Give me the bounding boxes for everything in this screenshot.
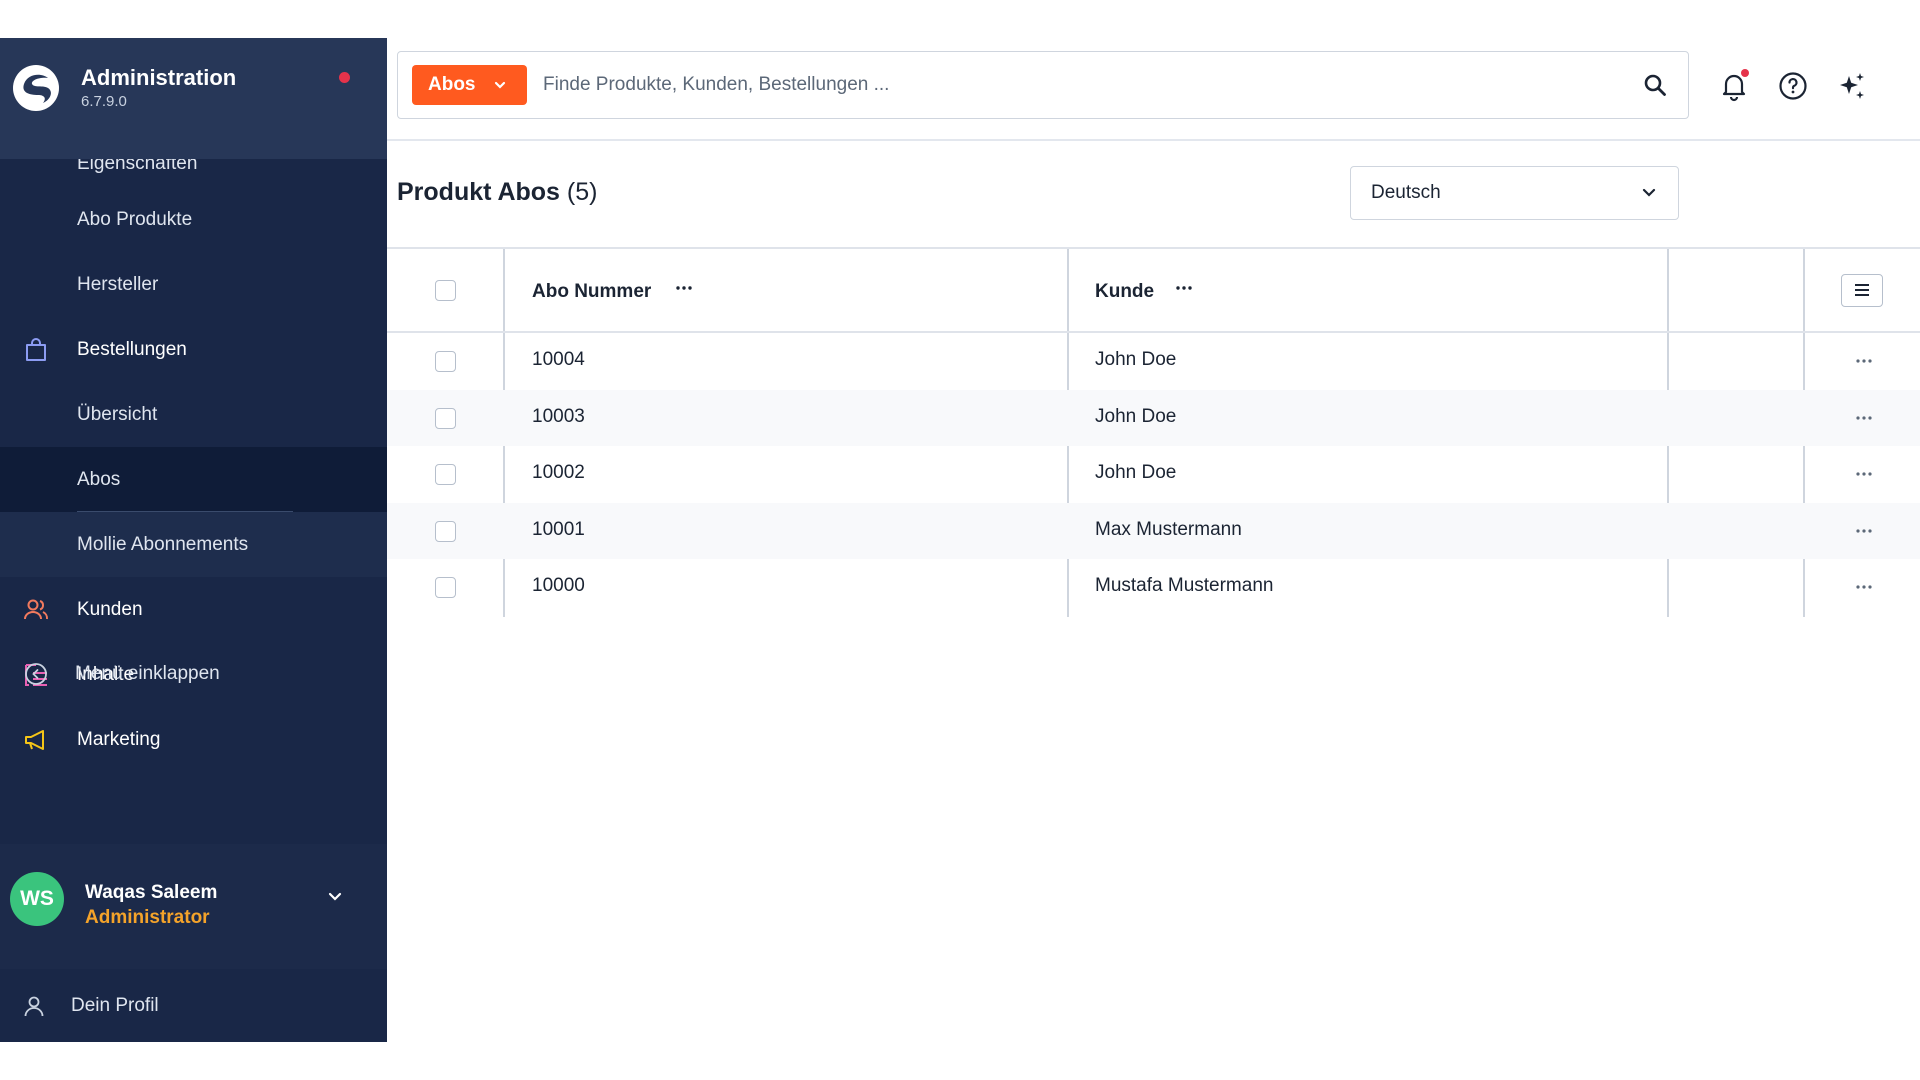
table-row[interactable]: 10000 Mustafa Mustermann: [387, 559, 1920, 616]
collapse-menu-label: Menü einklappen: [75, 663, 220, 684]
more-horizontal-icon[interactable]: [673, 277, 695, 299]
sidebar-item-label: Mollie Abonnements: [77, 533, 249, 555]
sidebar-item-eigenschaften[interactable]: Eigenschaften: [0, 159, 387, 187]
status-dot: [339, 72, 350, 83]
column-header-abo-nummer[interactable]: Abo Nummer: [532, 281, 651, 303]
megaphone-icon: [25, 729, 44, 750]
subscriptions-table: Abo Nummer Kunde 10004 John Doe 10003 Jo…: [387, 247, 1920, 616]
language-select-value: Deutsch: [1371, 182, 1441, 203]
table-row[interactable]: 10001 Max Mustermann: [387, 502, 1920, 559]
table-header: Abo Nummer Kunde: [387, 247, 1920, 333]
search-input[interactable]: [543, 65, 1603, 105]
more-horizontal-icon[interactable]: [1852, 462, 1876, 486]
sidebar-item-label: Abos: [77, 468, 121, 490]
page-title-count: (5): [566, 178, 598, 206]
sidebar: Administration 6.7.9.0 Eigenschaften Abo…: [0, 38, 387, 1042]
row-checkbox[interactable]: [435, 351, 456, 372]
sidebar-item-label: Hersteller: [77, 273, 159, 295]
cell-abo-nummer[interactable]: 10001: [532, 519, 585, 541]
chevron-down-icon: [1642, 188, 1656, 197]
table-row[interactable]: 10002 John Doe: [387, 446, 1920, 503]
more-horizontal-icon[interactable]: [1852, 406, 1876, 430]
search-type-label: Abos: [428, 74, 476, 95]
user-name: Waqas Saleem: [85, 882, 218, 903]
page-title: Produkt Abos (5): [397, 178, 597, 207]
user-role: Administrator: [85, 907, 210, 928]
language-select[interactable]: Deutsch: [1350, 166, 1679, 220]
sidebar-item-marketing[interactable]: Marketing: [0, 707, 387, 772]
user-menu[interactable]: WS Waqas Saleem Administrator: [0, 844, 387, 969]
cell-kunde: John Doe: [1095, 462, 1177, 483]
sidebar-item-label: Abo Produkte: [77, 208, 193, 230]
cell-abo-nummer[interactable]: 10004: [532, 349, 585, 371]
user-icon: [24, 996, 44, 1016]
cell-abo-nummer[interactable]: 10003: [532, 406, 585, 428]
sparkle-ai-icon[interactable]: [1836, 70, 1868, 102]
cell-abo-nummer[interactable]: 10000: [532, 575, 585, 597]
app-title: Administration: [81, 65, 237, 90]
notification-badge: [1741, 69, 1749, 77]
shopware-logo-icon: [13, 65, 59, 111]
select-all-checkbox[interactable]: [435, 280, 456, 301]
sidebar-item-abos[interactable]: Abos: [0, 447, 387, 512]
sidebar-item-uebersicht[interactable]: Übersicht: [0, 382, 387, 447]
cell-kunde: Max Mustermann: [1095, 518, 1242, 540]
cell-kunde: John Doe: [1095, 349, 1177, 370]
sidebar-item-bestellungen[interactable]: Bestellungen: [0, 317, 387, 382]
users-icon: [24, 599, 48, 619]
global-search: Abos: [397, 51, 1689, 119]
chevron-down-icon[interactable]: [326, 888, 344, 906]
cell-kunde: Mustafa Mustermann: [1095, 575, 1274, 596]
cell-kunde: John Doe: [1095, 405, 1177, 427]
table-row[interactable]: 10003 John Doe: [387, 389, 1920, 446]
menu-lines-icon: [1855, 284, 1869, 296]
shopping-bag-icon: [26, 337, 46, 361]
row-checkbox[interactable]: [435, 464, 456, 485]
sidebar-item-label: Eigenschaften: [77, 159, 198, 174]
grid-settings-button[interactable]: [1841, 274, 1883, 307]
sidebar-item-mollie-abonnements[interactable]: Mollie Abonnements: [0, 512, 387, 577]
chevron-left-circle-icon: [25, 663, 47, 685]
search-icon[interactable]: [1642, 72, 1668, 98]
profile-link[interactable]: Dein Profil: [0, 969, 387, 1042]
collapse-menu-button[interactable]: Menü einklappen: [0, 649, 387, 699]
cell-abo-nummer[interactable]: 10002: [532, 462, 585, 484]
topbar-divider: [387, 139, 1920, 141]
page-title-text: Produkt Abos: [397, 178, 560, 206]
sidebar-header: Administration 6.7.9.0: [0, 38, 387, 159]
sidebar-item-label: Marketing: [77, 728, 161, 750]
sidebar-item-hersteller[interactable]: Hersteller: [0, 252, 387, 317]
sidebar-item-abo-produkte[interactable]: Abo Produkte: [0, 187, 387, 252]
row-checkbox[interactable]: [435, 520, 456, 542]
sidebar-item-label: Kunden: [77, 598, 143, 620]
column-header-kunde[interactable]: Kunde: [1095, 281, 1154, 303]
chevron-down-icon: [494, 81, 506, 89]
more-horizontal-icon[interactable]: [1173, 277, 1195, 299]
more-horizontal-icon[interactable]: [1852, 349, 1876, 373]
sidebar-item-label: Übersicht: [77, 403, 158, 425]
row-checkbox[interactable]: [435, 407, 456, 429]
avatar: WS: [10, 872, 64, 926]
app-version: 6.7.9.0: [81, 93, 127, 110]
sidebar-item-label: Bestellungen: [77, 338, 187, 360]
search-type-dropdown[interactable]: Abos: [412, 65, 527, 105]
help-icon[interactable]: [1777, 70, 1809, 102]
profile-label: Dein Profil: [71, 994, 159, 1016]
more-horizontal-icon[interactable]: [1852, 575, 1876, 599]
table-row[interactable]: 10004 John Doe: [387, 333, 1920, 390]
row-checkbox[interactable]: [435, 577, 456, 598]
more-horizontal-icon[interactable]: [1852, 519, 1876, 543]
sidebar-item-kunden[interactable]: Kunden: [0, 577, 387, 642]
